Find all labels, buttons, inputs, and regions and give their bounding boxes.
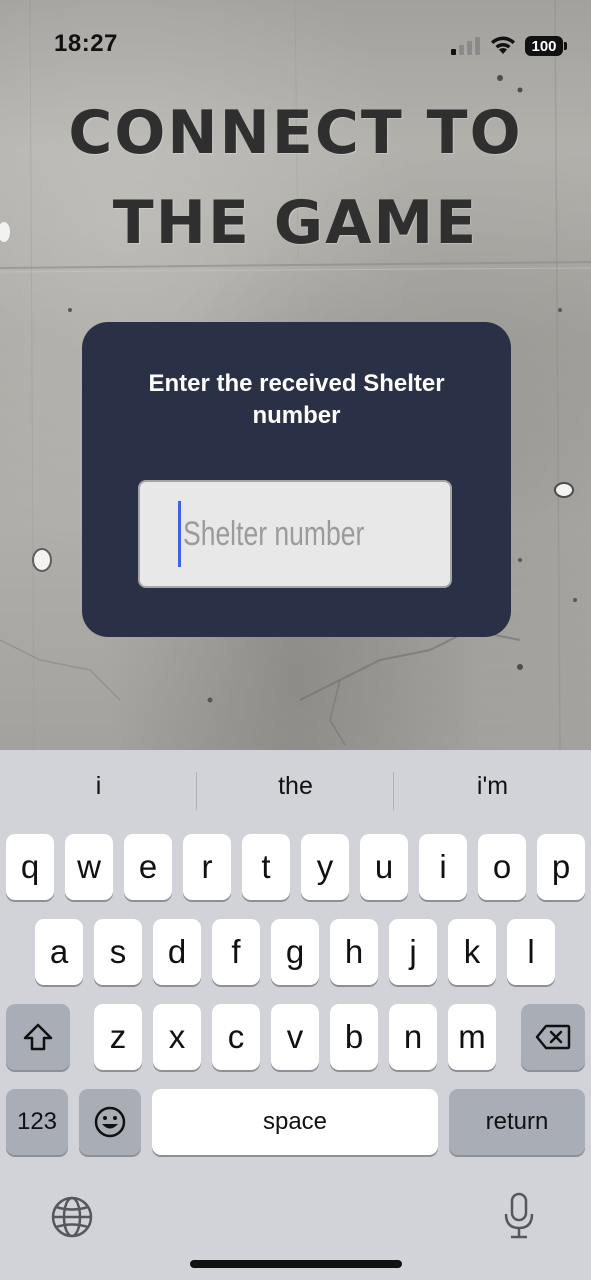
key-x[interactable]: x (153, 1004, 201, 1070)
backspace-icon (535, 1024, 571, 1050)
key-i[interactable]: i (419, 834, 467, 900)
key-v[interactable]: v (271, 1004, 319, 1070)
key-g[interactable]: g (271, 919, 319, 985)
connect-dialog: Enter the received Shelter number Shelte… (82, 322, 511, 637)
wifi-icon (491, 36, 515, 54)
key-o[interactable]: o (478, 834, 526, 900)
suggestion-bar: i the i'm (0, 750, 591, 832)
backspace-key[interactable] (521, 1004, 585, 1070)
key-h[interactable]: h (330, 919, 378, 985)
key-z[interactable]: z (94, 1004, 142, 1070)
key-y[interactable]: y (301, 834, 349, 900)
key-n[interactable]: n (389, 1004, 437, 1070)
numbers-key[interactable]: 123 (6, 1089, 68, 1155)
emoji-key[interactable] (79, 1089, 141, 1155)
key-u[interactable]: u (360, 834, 408, 900)
key-d[interactable]: d (153, 919, 201, 985)
key-k[interactable]: k (448, 919, 496, 985)
on-screen-keyboard: i the i'm q w e r t y u i o p a s d f g … (0, 750, 591, 1280)
cellular-signal-icon (451, 37, 480, 55)
globe-icon[interactable] (50, 1195, 94, 1239)
key-a[interactable]: a (35, 919, 83, 985)
key-s[interactable]: s (94, 919, 142, 985)
key-l[interactable]: l (507, 919, 555, 985)
key-r[interactable]: r (183, 834, 231, 900)
key-b[interactable]: b (330, 1004, 378, 1070)
text-caret (177, 501, 181, 567)
shift-icon (23, 1023, 53, 1051)
key-e[interactable]: e (124, 834, 172, 900)
numbers-key-label: 123 (16, 1108, 58, 1135)
battery-icon: 100 (525, 36, 567, 56)
status-icons: 100 (451, 34, 567, 58)
page-title-line-1: CONNECT TO (68, 98, 523, 168)
emoji-icon (94, 1106, 126, 1138)
key-t[interactable]: t (242, 834, 290, 900)
key-f[interactable]: f (212, 919, 260, 985)
return-key-label: return (485, 1108, 549, 1135)
battery-level: 100 (531, 37, 557, 55)
key-q[interactable]: q (6, 834, 54, 900)
key-m[interactable]: m (448, 1004, 496, 1070)
microphone-icon[interactable] (502, 1192, 536, 1240)
shift-key[interactable] (6, 1004, 70, 1070)
space-key-label: space (262, 1108, 328, 1135)
key-p[interactable]: p (537, 834, 585, 900)
space-key[interactable]: space (152, 1089, 438, 1155)
suggestion-2[interactable]: the (197, 772, 394, 801)
key-c[interactable]: c (212, 1004, 260, 1070)
shelter-prompt: Enter the received Shelter number (148, 370, 445, 429)
suggestion-1[interactable]: i (0, 772, 197, 801)
shelter-number-input[interactable]: Shelter number (138, 480, 452, 588)
status-time: 18:27 (54, 30, 118, 57)
return-key[interactable]: return (449, 1089, 585, 1155)
suggestion-3[interactable]: i'm (394, 772, 591, 801)
key-j[interactable]: j (389, 919, 437, 985)
shelter-number-placeholder: Shelter number (182, 514, 364, 553)
home-indicator[interactable] (190, 1260, 402, 1268)
key-w[interactable]: w (65, 834, 113, 900)
page-title-line-2: THE GAME (112, 188, 479, 258)
